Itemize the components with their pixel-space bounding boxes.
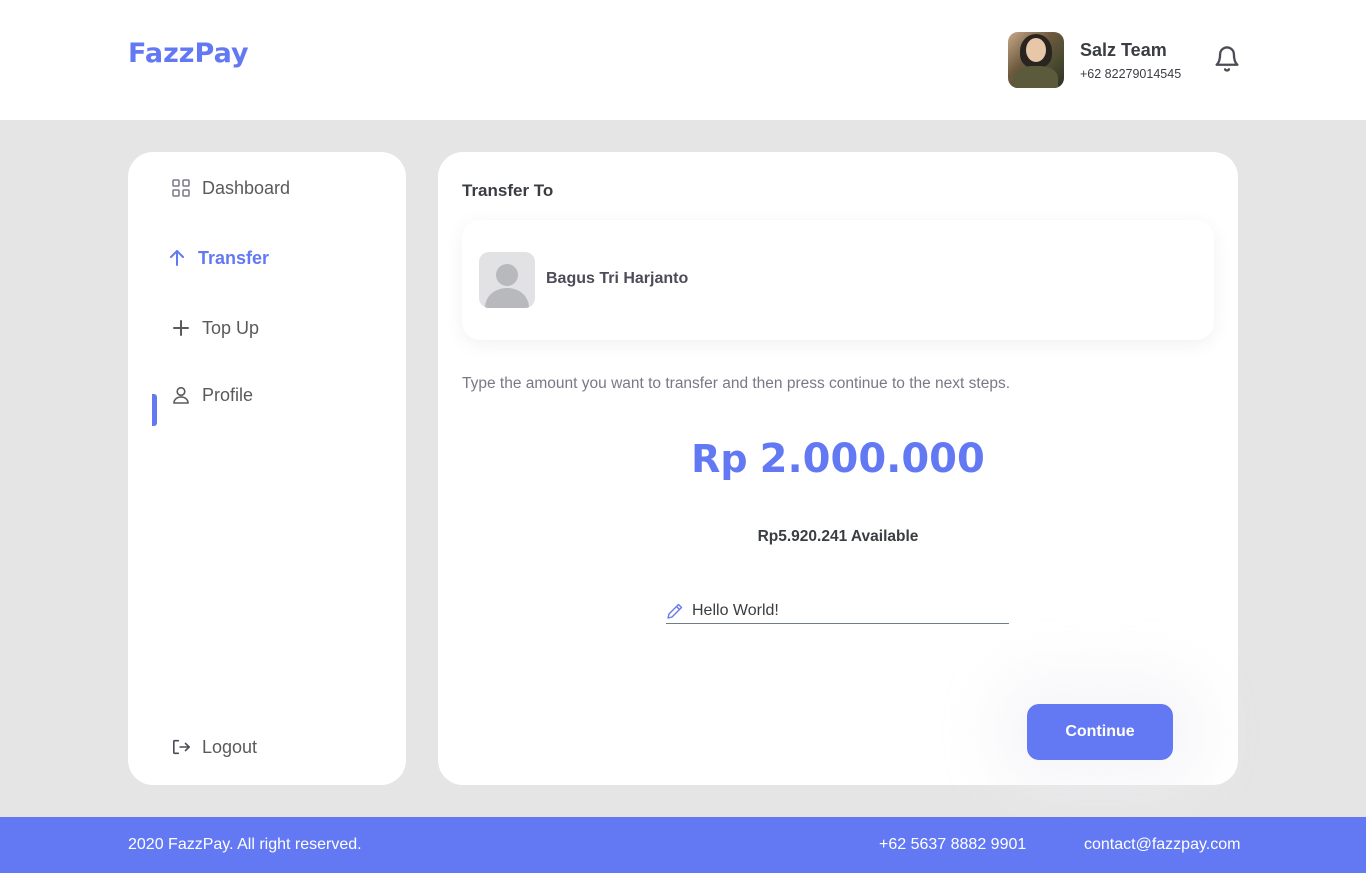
- sidebar-item-label: Profile: [202, 384, 254, 405]
- amount-value: 2.000.000: [759, 436, 985, 482]
- top-header: FazzPay Salz Team +62 82279014545: [0, 0, 1366, 120]
- page-title: Transfer To: [462, 181, 554, 200]
- recipient-avatar: [479, 252, 535, 308]
- sidebar-item-top-up[interactable]: Top Up: [172, 314, 259, 342]
- pencil-icon: [667, 603, 683, 619]
- amount-currency: Rp: [691, 437, 748, 481]
- available-balance: Rp5.920.241 Available: [757, 528, 919, 545]
- user-name: Salz Team: [1080, 40, 1167, 60]
- user-avatar[interactable]: [1008, 32, 1064, 88]
- sidebar-item-dashboard[interactable]: Dashboard: [172, 174, 290, 202]
- footer-email[interactable]: contact@fazzpay.com: [1084, 836, 1240, 854]
- footer-phone: +62 5637 8882 9901: [879, 836, 1027, 853]
- sidebar-item-label: Transfer: [198, 247, 270, 268]
- bell-icon[interactable]: [1213, 44, 1241, 74]
- recipient-card[interactable]: Bagus Tri Harjanto: [462, 220, 1214, 340]
- footer-copyright: 2020 FazzPay. All right reserved.: [128, 836, 362, 853]
- recipient-name: Bagus Tri Harjanto: [546, 270, 689, 287]
- default-avatar-icon: [485, 264, 529, 308]
- sidebar-item-profile[interactable]: Profile: [172, 381, 253, 409]
- transfer-panel: Transfer To Bagus Tri Harjanto Type the …: [438, 152, 1238, 785]
- note-input[interactable]: [692, 601, 992, 620]
- logout-button[interactable]: Logout: [172, 733, 257, 761]
- user-icon: [173, 386, 189, 404]
- continue-button[interactable]: Continue: [1027, 704, 1173, 760]
- note-field[interactable]: [666, 598, 1009, 624]
- sidebar-item-label: Dashboard: [202, 177, 291, 198]
- grid-icon: [172, 179, 190, 197]
- active-indicator: [152, 394, 157, 426]
- logout-icon: [172, 739, 190, 755]
- plus-icon: [173, 320, 189, 336]
- brand-logo[interactable]: FazzPay: [128, 38, 249, 69]
- instructions-text: Type the amount you want to transfer and…: [462, 375, 1011, 392]
- arrow-up-icon: [170, 250, 184, 266]
- footer: 2020 FazzPay. All right reserved. +62 56…: [0, 817, 1366, 873]
- amount-display[interactable]: Rp 2.000.000: [438, 436, 1238, 482]
- sidebar: Dashboard Transfer Top Up Profile Logout: [128, 152, 406, 785]
- user-phone: +62 82279014545: [1080, 67, 1182, 81]
- logout-label: Logout: [202, 736, 258, 757]
- sidebar-item-label: Top Up: [202, 317, 260, 338]
- sidebar-item-transfer[interactable]: Transfer: [168, 244, 269, 272]
